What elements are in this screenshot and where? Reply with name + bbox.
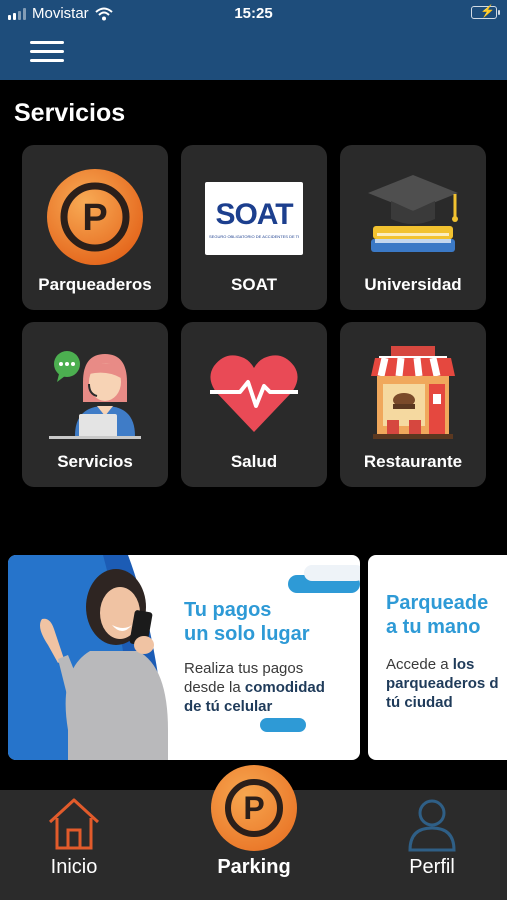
status-time: 15:25	[234, 5, 273, 22]
service-label: Servicios	[57, 452, 133, 471]
banner-text: tú ciudad	[386, 694, 453, 711]
promo-carousel[interactable]: Tu pagos un solo lugar Realiza tus pagos…	[0, 555, 507, 761]
banner-title: a tu mano	[386, 616, 481, 638]
promo-banner-parking[interactable]: Parqueade a tu mano Accede a los parquea…	[368, 555, 507, 760]
banner-text: parqueaderos d	[386, 675, 499, 692]
app-header: Movistar 15:25 ⚡	[0, 0, 507, 80]
banner-text: desde la comodidad	[184, 679, 325, 696]
heart-pulse-icon	[204, 344, 304, 444]
soat-logo: SOAT SEGURO OBLIGATORIO DE ACCIDENTES DE…	[205, 182, 303, 255]
parking-icon: P	[45, 167, 145, 267]
parking-fab-button[interactable]: P	[211, 765, 297, 851]
nav-label: Perfil	[409, 856, 455, 878]
service-label: Universidad	[364, 275, 462, 294]
graduation-cap-icon	[363, 167, 463, 267]
service-label: Salud	[230, 452, 278, 471]
battery-charging-icon: ⚡	[471, 4, 500, 19]
promo-banner-payments[interactable]: Tu pagos un solo lugar Realiza tus pagos…	[8, 555, 360, 760]
hamburger-menu-icon[interactable]	[28, 38, 66, 66]
soat-logo-subtext: SEGURO OBLIGATORIO DE ACCIDENTES DE TRÁN…	[209, 234, 299, 239]
nav-item-perfil[interactable]: Perfil	[386, 790, 478, 900]
banner-title: Tu pagos	[184, 599, 272, 621]
service-card-servicios[interactable]: Servicios	[22, 322, 168, 487]
banner-text: de tú celular	[184, 698, 273, 715]
svg-text:P: P	[243, 790, 264, 826]
status-bar: Movistar 15:25 ⚡	[0, 0, 507, 28]
service-label: Parqueaderos	[38, 275, 152, 294]
soat-logo-text: SOAT	[215, 198, 293, 231]
service-card-soat[interactable]: SOAT SEGURO OBLIGATORIO DE ACCIDENTES DE…	[181, 145, 327, 310]
parking-icon: P	[225, 779, 283, 837]
restaurant-icon	[363, 344, 463, 444]
service-label: Restaurante	[363, 452, 463, 471]
service-card-salud[interactable]: Salud	[181, 322, 327, 487]
nav-item-inicio[interactable]: Inicio	[28, 790, 120, 900]
service-card-universidad[interactable]: Universidad	[340, 145, 486, 310]
svg-text:P: P	[82, 197, 107, 239]
banner-text: Realiza tus pagos	[184, 660, 304, 677]
banner-title: un solo lugar	[184, 623, 310, 645]
home-icon	[48, 798, 100, 850]
woman-with-phone-image	[40, 569, 168, 760]
service-card-restaurante[interactable]: Restaurante	[340, 322, 486, 487]
banner-text: Accede a los	[386, 656, 475, 673]
banner-title: Parqueade	[386, 592, 489, 614]
service-label: SOAT	[231, 275, 277, 294]
app-screen: Movistar 15:25 ⚡ Servicios P Parqueadero…	[0, 0, 507, 900]
nav-label: Parking	[217, 856, 291, 878]
section-title: Servicios	[14, 99, 126, 127]
profile-icon	[408, 799, 456, 852]
support-agent-icon	[45, 344, 145, 444]
nav-label: Inicio	[50, 856, 98, 878]
services-grid: P Parqueaderos SOAT SEGURO OBLIGATORIO D…	[22, 145, 487, 487]
service-card-parqueaderos[interactable]: P Parqueaderos	[22, 145, 168, 310]
